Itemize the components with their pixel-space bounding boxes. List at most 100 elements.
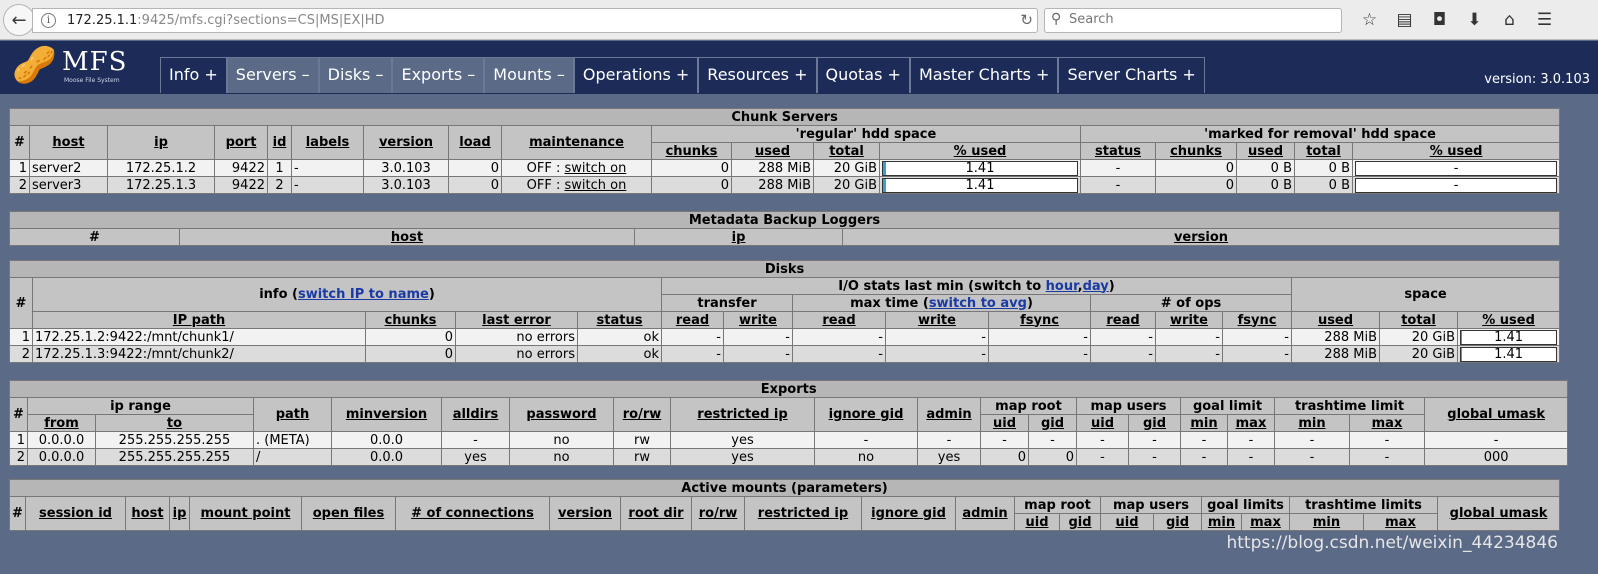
col-host[interactable]: host bbox=[125, 496, 170, 531]
col-chunks[interactable]: chunks bbox=[651, 142, 732, 160]
col-max-fsync[interactable]: fsync bbox=[988, 311, 1091, 329]
col-ignore-gid[interactable]: ignore gid bbox=[861, 496, 956, 531]
col-status[interactable]: status bbox=[577, 311, 662, 329]
col-rorw[interactable]: ro/rw bbox=[691, 496, 745, 531]
col-connections[interactable]: # of connections bbox=[395, 496, 550, 531]
col-version[interactable]: version bbox=[842, 228, 1560, 246]
col-ignore-gid[interactable]: ignore gid bbox=[814, 397, 918, 432]
tab-operations[interactable]: Operations + bbox=[573, 57, 699, 93]
col-used[interactable]: used bbox=[731, 142, 814, 160]
col-rorw[interactable]: ro/rw bbox=[613, 397, 671, 432]
col-open-files[interactable]: open files bbox=[301, 496, 396, 531]
col-pct-used[interactable]: % used bbox=[879, 142, 1081, 160]
search-input[interactable] bbox=[1069, 12, 1329, 27]
col-chunks[interactable]: chunks bbox=[365, 311, 456, 329]
col-host[interactable]: host bbox=[29, 125, 108, 160]
col-ops-write[interactable]: write bbox=[1155, 311, 1223, 329]
col-goal-min[interactable]: min bbox=[1180, 414, 1228, 432]
col-restricted-ip[interactable]: restricted ip bbox=[744, 496, 862, 531]
download-icon[interactable]: ⬇ bbox=[1457, 8, 1492, 33]
col-goal-min[interactable]: min bbox=[1201, 513, 1242, 531]
col-maintenance[interactable]: maintenance bbox=[501, 125, 652, 160]
col-ip[interactable]: ip bbox=[107, 125, 215, 160]
tab-disks[interactable]: Disks – bbox=[318, 57, 393, 93]
col-host[interactable]: host bbox=[179, 228, 635, 246]
col-from[interactable]: from bbox=[27, 414, 96, 432]
col-load[interactable]: load bbox=[448, 125, 502, 160]
col-path[interactable]: path bbox=[253, 397, 332, 432]
col-restricted-ip[interactable]: restricted ip bbox=[670, 397, 815, 432]
col-global-umask[interactable]: global umask bbox=[1436, 496, 1561, 531]
reload-icon[interactable]: ↻ bbox=[1020, 11, 1033, 29]
col-trashtime-max[interactable]: max bbox=[1363, 513, 1438, 531]
tab-server-charts[interactable]: Server Charts + bbox=[1058, 57, 1205, 93]
tab-master-charts[interactable]: Master Charts + bbox=[909, 57, 1059, 93]
tab-exports[interactable]: Exports – bbox=[392, 57, 485, 93]
url-bar[interactable]: i 172.25.1.1:9425/mfs.cgi?sections=CS|MS… bbox=[32, 8, 1038, 33]
search-box[interactable]: ⚲ bbox=[1044, 8, 1342, 33]
switch-on-link[interactable]: switch on bbox=[565, 178, 627, 193]
col-m-total[interactable]: total bbox=[1294, 142, 1353, 160]
hour-link[interactable]: hour bbox=[1046, 279, 1078, 294]
tab-servers[interactable]: Servers – bbox=[226, 57, 319, 93]
col-global-umask[interactable]: global umask bbox=[1423, 397, 1569, 432]
url-text[interactable]: 172.25.1.1:9425/mfs.cgi?sections=CS|MS|E… bbox=[67, 13, 385, 28]
col-ip[interactable]: ip bbox=[169, 496, 190, 531]
col-labels[interactable]: labels bbox=[291, 125, 364, 160]
col-transfer-read[interactable]: read bbox=[661, 311, 724, 329]
pocket-icon[interactable]: ◘ bbox=[1422, 8, 1457, 33]
col-map-root-gid[interactable]: gid bbox=[1059, 513, 1101, 531]
bookmark-star-icon[interactable]: ☆ bbox=[1352, 8, 1387, 33]
tab-mounts[interactable]: Mounts – bbox=[484, 57, 574, 93]
col-m-used[interactable]: used bbox=[1236, 142, 1295, 160]
col-admin[interactable]: admin bbox=[955, 496, 1015, 531]
col-map-users-uid[interactable]: uid bbox=[1076, 414, 1129, 432]
col-last-error[interactable]: last error bbox=[455, 311, 578, 329]
col-transfer-write[interactable]: write bbox=[723, 311, 793, 329]
col-ip-path[interactable]: IP path bbox=[32, 311, 366, 329]
switch-on-link[interactable]: switch on bbox=[565, 161, 627, 176]
col-total[interactable]: total bbox=[813, 142, 880, 160]
switch-ip-to-name-link[interactable]: switch IP to name bbox=[298, 287, 429, 302]
reading-list-icon[interactable]: ▤ bbox=[1387, 8, 1422, 33]
col-password[interactable]: password bbox=[509, 397, 614, 432]
col-version[interactable]: version bbox=[549, 496, 621, 531]
col-goal-max[interactable]: max bbox=[1241, 513, 1290, 531]
switch-to-avg-link[interactable]: switch to avg bbox=[929, 296, 1027, 311]
col-trashtime-min[interactable]: min bbox=[1274, 414, 1350, 432]
col-map-users-gid[interactable]: gid bbox=[1153, 513, 1202, 531]
col-m-pct-used[interactable]: % used bbox=[1351, 142, 1561, 160]
menu-icon[interactable]: ☰ bbox=[1527, 8, 1562, 33]
tab-resources[interactable]: Resources + bbox=[698, 57, 817, 93]
col-to[interactable]: to bbox=[95, 414, 254, 432]
col-session-id[interactable]: session id bbox=[25, 496, 126, 531]
col-alldirs[interactable]: alldirs bbox=[441, 397, 510, 432]
col-total[interactable]: total bbox=[1379, 311, 1458, 329]
day-link[interactable]: day bbox=[1083, 279, 1109, 294]
col-ip[interactable]: ip bbox=[634, 228, 843, 246]
col-id[interactable]: id bbox=[267, 125, 292, 160]
col-map-root-uid[interactable]: uid bbox=[1014, 513, 1060, 531]
col-m-chunks[interactable]: chunks bbox=[1155, 142, 1237, 160]
col-port[interactable]: port bbox=[214, 125, 268, 160]
col-map-root-uid[interactable]: uid bbox=[980, 414, 1029, 432]
col-goal-max[interactable]: max bbox=[1227, 414, 1275, 432]
tab-quotas[interactable]: Quotas + bbox=[816, 57, 910, 93]
col-mount-point[interactable]: mount point bbox=[189, 496, 302, 531]
col-used[interactable]: used bbox=[1291, 311, 1380, 329]
col-root-dir[interactable]: root dir bbox=[620, 496, 692, 531]
col-ops-fsync[interactable]: fsync bbox=[1222, 311, 1292, 329]
home-icon[interactable]: ⌂ bbox=[1492, 8, 1527, 33]
col-minversion[interactable]: minversion bbox=[331, 397, 442, 432]
col-max-read[interactable]: read bbox=[792, 311, 886, 329]
col-map-users-gid[interactable]: gid bbox=[1128, 414, 1181, 432]
info-icon[interactable]: i bbox=[41, 13, 56, 28]
col-trashtime-min[interactable]: min bbox=[1289, 513, 1364, 531]
col-admin[interactable]: admin bbox=[917, 397, 981, 432]
col-map-root-gid[interactable]: gid bbox=[1028, 414, 1077, 432]
col-version[interactable]: version bbox=[363, 125, 449, 160]
col-pct-used[interactable]: % used bbox=[1456, 311, 1561, 329]
back-arrow-icon[interactable]: ← bbox=[3, 4, 35, 36]
col-ops-read[interactable]: read bbox=[1090, 311, 1156, 329]
tab-info[interactable]: Info + bbox=[160, 57, 227, 93]
